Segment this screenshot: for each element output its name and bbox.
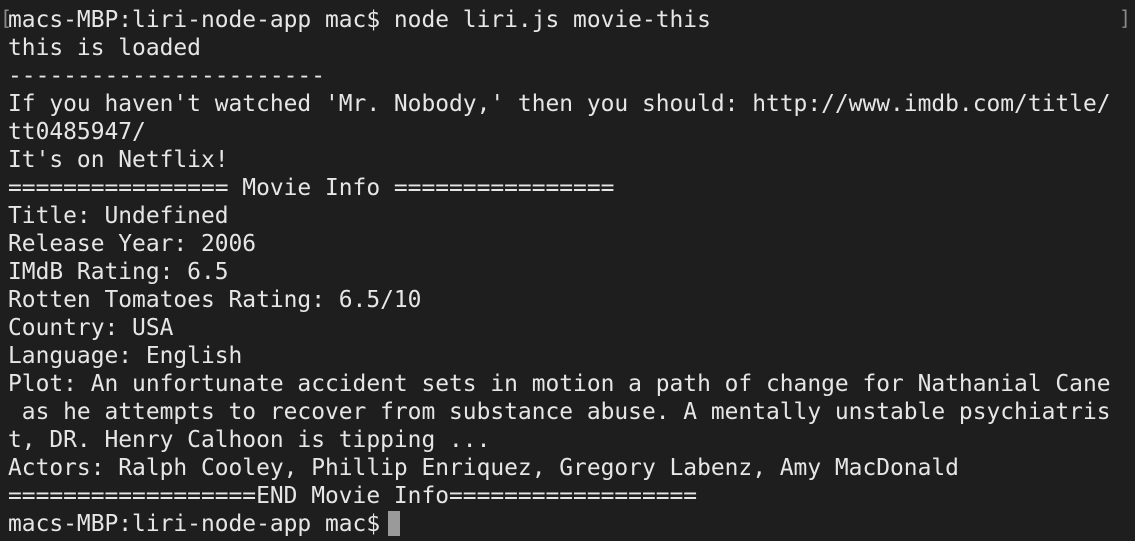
terminal-window[interactable]: [ ] macs-MBP:liri-node-app mac$ node lir… [0,0,1135,541]
output-line: tt0485947/ [8,119,146,145]
movie-info-footer: ==================END Movie Info========… [8,483,698,509]
language-line: Language: English [8,343,243,369]
marker-bracket-right: ] [1118,6,1131,30]
actors-line: Actors: Ralph Cooley, Phillip Enriquez, … [8,455,959,481]
prompt-line[interactable]: macs-MBP:liri-node-app mac$ [8,510,1135,538]
imdb-rating-line: IMdB Rating: 6.5 [8,259,229,285]
marker-bracket-left: [ [0,6,13,30]
command-line: macs-MBP:liri-node-app mac$ node liri.js… [8,7,711,33]
plot-line: as he attempts to recover from substance… [8,399,1111,425]
output-line: this is loaded [8,35,201,61]
movie-title-line: Title: Undefined [8,203,229,229]
output-line: It's on Netflix! [8,147,229,173]
plot-line: t, DR. Henry Calhoon is tipping ... [8,427,491,453]
rotten-tomatoes-line: Rotten Tomatoes Rating: 6.5/10 [8,287,422,313]
release-year-line: Release Year: 2006 [8,231,257,257]
country-line: Country: USA [8,315,174,341]
separator-line: ----------------------- [8,63,325,89]
movie-info-header: ================ Movie Info ============… [8,175,615,201]
shell-prompt: macs-MBP:liri-node-app mac$ [8,511,381,537]
plot-line: Plot: An unfortunate accident sets in mo… [8,371,1111,397]
output-line: If you haven't watched 'Mr. Nobody,' the… [8,91,1111,117]
text-cursor [388,511,401,536]
